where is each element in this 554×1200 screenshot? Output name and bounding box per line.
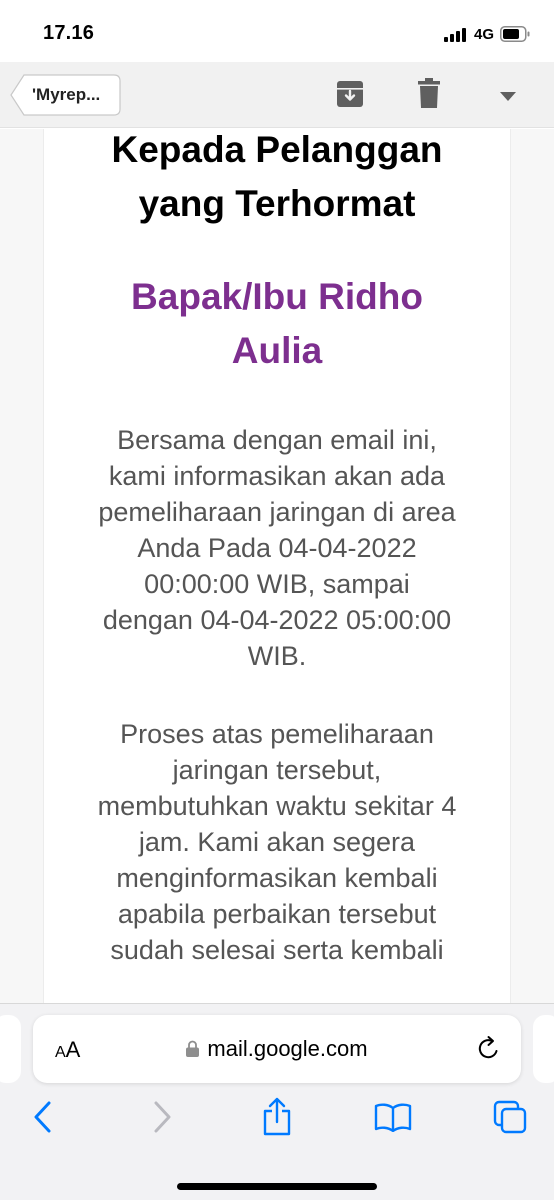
archive-icon[interactable] [336, 80, 364, 108]
reload-icon[interactable] [477, 1035, 501, 1061]
customer-name: Bapak/Ibu Ridho Aulia [60, 270, 494, 378]
tabs-icon[interactable] [493, 1100, 527, 1134]
next-tab-peek[interactable] [533, 1015, 554, 1083]
content-left-gutter [0, 129, 44, 1003]
battery-icon [500, 26, 530, 42]
signal-icon [443, 26, 468, 42]
safari-bottom-bar: AA mail.google.com [0, 1003, 554, 1200]
duration-paragraph: Proses atas pemeliharaan jaringan terseb… [60, 716, 494, 968]
status-indicators: 4G [443, 24, 530, 44]
email-body: Kepada Pelanggan yang Terhormat Bapak/Ib… [60, 129, 494, 968]
greeting-heading: Kepada Pelanggan yang Terhormat [60, 129, 494, 231]
forward-icon[interactable] [151, 1100, 173, 1134]
safari-navigation [0, 1097, 554, 1140]
home-indicator [177, 1183, 377, 1190]
paragraph-line: Proses atas pemeliharaan [120, 719, 434, 749]
paragraph-line: membutuhkan waktu sekitar 4 [97, 791, 457, 821]
paragraph-line: Anda Pada 04-04-2022 [137, 533, 417, 563]
lock-icon [186, 1040, 200, 1057]
paragraph-line: jam. Kami akan segera [138, 827, 416, 857]
paragraph-line: Bersama dengan email ini, [117, 425, 437, 455]
customer-name-line: Bapak/Ibu Ridho [131, 276, 423, 317]
url-display[interactable]: mail.google.com [33, 1036, 521, 1062]
paragraph-line: pemeliharaan jaringan di area [98, 497, 456, 527]
trash-icon[interactable] [418, 78, 440, 108]
back-button-label: 'Myrep... [32, 85, 101, 104]
share-icon[interactable] [261, 1096, 293, 1136]
maintenance-notice-paragraph: Bersama dengan email ini, kami informasi… [60, 422, 494, 674]
status-time: 17.16 [43, 22, 95, 44]
back-to-inbox-button[interactable]: 'Myrep... [10, 74, 121, 116]
paragraph-line: menginformasikan kembali [116, 863, 438, 893]
paragraph-line: 00:00:00 WIB, sampai [144, 569, 410, 599]
email-content[interactable]: Kepada Pelanggan yang Terhormat Bapak/Ib… [0, 129, 554, 1003]
back-icon[interactable] [32, 1100, 54, 1134]
url-text: mail.google.com [207, 1036, 368, 1061]
address-bar[interactable]: AA mail.google.com [33, 1015, 521, 1083]
paragraph-line: kami informasikan akan ada [108, 461, 446, 491]
greeting-line: Kepada Pelanggan [111, 129, 443, 170]
greeting-line: yang Terhormat [138, 183, 416, 224]
network-type: 4G [473, 25, 494, 43]
paragraph-line: apabila perbaikan tersebut [117, 899, 437, 929]
gmail-toolbar: 'Myrep... [0, 62, 554, 128]
previous-tab-peek[interactable] [0, 1015, 21, 1083]
paragraph-line: sudah selesai serta kembali [110, 935, 444, 965]
paragraph-line: dengan 04-04-2022 05:00:00 [102, 605, 452, 635]
paragraph-line: WIB. [247, 641, 307, 671]
paragraph-line: jaringan tersebut, [172, 755, 382, 785]
content-right-gutter [510, 129, 554, 1003]
status-bar: 17.16 4G [0, 0, 554, 62]
bookmarks-icon[interactable] [374, 1102, 412, 1132]
chevron-down-icon[interactable] [500, 92, 516, 101]
customer-name-line: Aulia [231, 330, 323, 371]
